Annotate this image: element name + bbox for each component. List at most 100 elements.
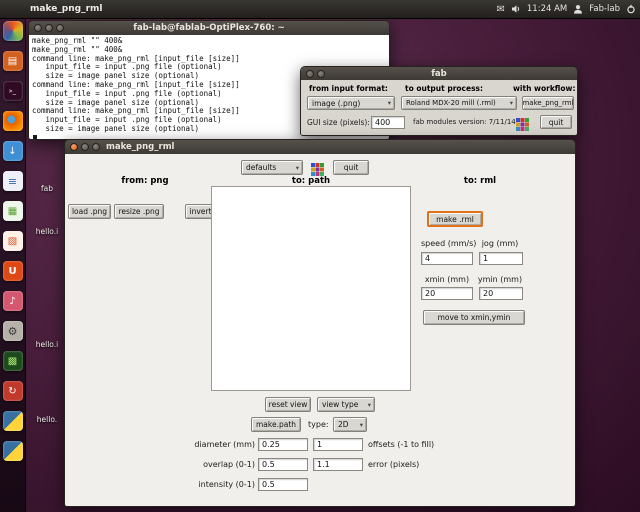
offsets-input[interactable]: 1 xyxy=(313,438,363,451)
output-process-dropdown[interactable]: Roland MDX-20 mill (.rml) xyxy=(401,96,517,110)
make-path-button[interactable]: make.path xyxy=(251,417,301,432)
overlap-label: overlap (0-1) xyxy=(203,460,255,469)
output-process-value: Roland MDX-20 mill (.rml) xyxy=(406,99,496,107)
desktop-file-label: fab xyxy=(41,184,53,193)
desktop-file[interactable]: hello. xyxy=(30,415,64,424)
ymin-label: ymin (mm) xyxy=(477,275,523,284)
maximize-icon[interactable] xyxy=(92,143,100,151)
maximize-icon[interactable] xyxy=(56,24,64,32)
ymin-input[interactable]: 20 xyxy=(479,287,523,300)
diameter-label: diameter (mm) xyxy=(194,440,255,449)
gui-size-input[interactable]: 400 xyxy=(371,116,405,129)
fab-logo-icon xyxy=(516,116,529,135)
resize-png-button[interactable]: resize .png xyxy=(114,204,164,219)
jog-label: jog (mm) xyxy=(481,239,519,248)
minimize-icon[interactable] xyxy=(317,69,325,78)
input-format-header: from input format: xyxy=(309,84,388,93)
diameter-input[interactable]: 0.25 xyxy=(258,438,308,451)
ubuntu-one-icon[interactable] xyxy=(2,261,23,281)
rhythmbox-icon[interactable] xyxy=(2,291,23,311)
clock[interactable]: 11:24 AM xyxy=(527,4,567,14)
view-type-value: view type xyxy=(322,400,359,409)
software-center-icon[interactable] xyxy=(2,141,23,161)
window-buttons xyxy=(306,69,325,78)
make-png-rml-window: make_png_rml defaults quit from: png to:… xyxy=(64,139,576,507)
type-dropdown[interactable]: 2D xyxy=(333,417,367,432)
version-text: fab modules version: 7/11/14 xyxy=(413,118,516,126)
main-titlebar[interactable]: make_png_rml xyxy=(65,140,575,155)
desktop-file-label: hello.i xyxy=(35,340,59,349)
make-rml-button[interactable]: make .rml xyxy=(427,211,483,227)
offsets-label: offsets (-1 to fill) xyxy=(368,440,435,449)
session-user-label[interactable]: Fab-lab xyxy=(589,4,620,14)
speed-input[interactable]: 4 xyxy=(421,252,473,265)
fab-window-title: fab xyxy=(431,68,447,79)
workflow-button[interactable]: make_png_rml xyxy=(522,96,574,110)
user-icon[interactable] xyxy=(573,4,583,14)
xmin-label: xmin (mm) xyxy=(424,275,470,284)
close-icon[interactable] xyxy=(70,143,78,151)
output-process-header: to output process: xyxy=(405,84,484,93)
workflow-header: with workflow: xyxy=(513,84,576,93)
error-label: error (pixels) xyxy=(368,460,420,469)
defaults-value: defaults xyxy=(246,163,277,172)
close-icon[interactable] xyxy=(306,69,314,78)
window-buttons xyxy=(34,24,64,32)
desktop-file[interactable]: fab xyxy=(30,184,64,193)
path-canvas[interactable] xyxy=(211,186,411,391)
python-icon[interactable] xyxy=(2,441,23,461)
top-panel: make_png_rml 11:24 AM Fab-lab xyxy=(0,0,640,19)
view-type-dropdown[interactable]: view type xyxy=(317,397,375,412)
panel-app-title: make_png_rml xyxy=(30,4,103,14)
volume-icon[interactable] xyxy=(511,4,521,14)
type-value: 2D xyxy=(338,420,349,429)
type-label: type: xyxy=(308,420,329,429)
desktop-file[interactable]: hello.i xyxy=(30,340,64,349)
messages-icon[interactable] xyxy=(497,4,505,15)
power-icon[interactable] xyxy=(626,4,636,14)
fab-modules-icon[interactable] xyxy=(2,351,23,371)
fab-window-body: from input format: to output process: wi… xyxy=(301,80,577,135)
desktop-file[interactable]: hello.i xyxy=(30,227,64,236)
move-to-xmin-ymin-button[interactable]: move to xmin,ymin xyxy=(423,310,525,325)
desktop-file-label: hello.i xyxy=(35,227,59,236)
xmin-input[interactable]: 20 xyxy=(421,287,473,300)
dash-home-icon[interactable] xyxy=(2,21,23,41)
close-icon[interactable] xyxy=(34,24,42,32)
intensity-input[interactable]: 0.5 xyxy=(258,478,308,491)
terminal-title: fab-lab@fablab-OptiPlex-760: ~ xyxy=(133,23,285,33)
software-updater-icon[interactable] xyxy=(2,381,23,401)
desktop-file-label: hello. xyxy=(36,415,58,424)
system-settings-icon[interactable] xyxy=(2,321,23,341)
libreoffice-writer-icon[interactable] xyxy=(2,171,23,191)
libreoffice-impress-icon[interactable] xyxy=(2,231,23,251)
minimize-icon[interactable] xyxy=(81,143,89,151)
desktop: hello. fab hello.i hello.i hello. make_p… xyxy=(0,0,640,512)
indicator-area: 11:24 AM Fab-lab xyxy=(497,4,637,15)
input-format-value: image (.png) xyxy=(312,98,361,108)
fab-quit-button[interactable]: quit xyxy=(540,115,572,129)
from-png-header: from: png xyxy=(121,176,169,186)
reset-view-button[interactable]: reset view xyxy=(265,397,311,412)
overlap-input[interactable]: 0.5 xyxy=(258,458,308,471)
python-icon[interactable] xyxy=(2,411,23,431)
error-input[interactable]: 1.1 xyxy=(313,458,363,471)
terminal-titlebar[interactable]: fab-lab@fablab-OptiPlex-760: ~ xyxy=(29,21,389,36)
files-icon[interactable] xyxy=(2,51,23,71)
load-png-button[interactable]: load .png xyxy=(68,204,111,219)
fab-window: fab from input format: to output process… xyxy=(300,66,578,136)
main-window-body: defaults quit from: png to: path to: rml… xyxy=(65,154,575,506)
terminal-cursor xyxy=(33,134,37,139)
jog-input[interactable]: 1 xyxy=(479,252,523,265)
fab-titlebar[interactable]: fab xyxy=(301,67,577,81)
terminal-icon[interactable] xyxy=(2,81,23,101)
minimize-icon[interactable] xyxy=(45,24,53,32)
intensity-label: intensity (0-1) xyxy=(198,480,255,489)
input-format-dropdown[interactable]: image (.png) xyxy=(307,96,395,110)
defaults-dropdown[interactable]: defaults xyxy=(241,160,303,175)
libreoffice-calc-icon[interactable] xyxy=(2,201,23,221)
firefox-icon[interactable] xyxy=(2,111,23,131)
to-rml-header: to: rml xyxy=(463,176,497,186)
main-window-title: make_png_rml xyxy=(106,142,175,152)
main-quit-button[interactable]: quit xyxy=(333,160,369,175)
